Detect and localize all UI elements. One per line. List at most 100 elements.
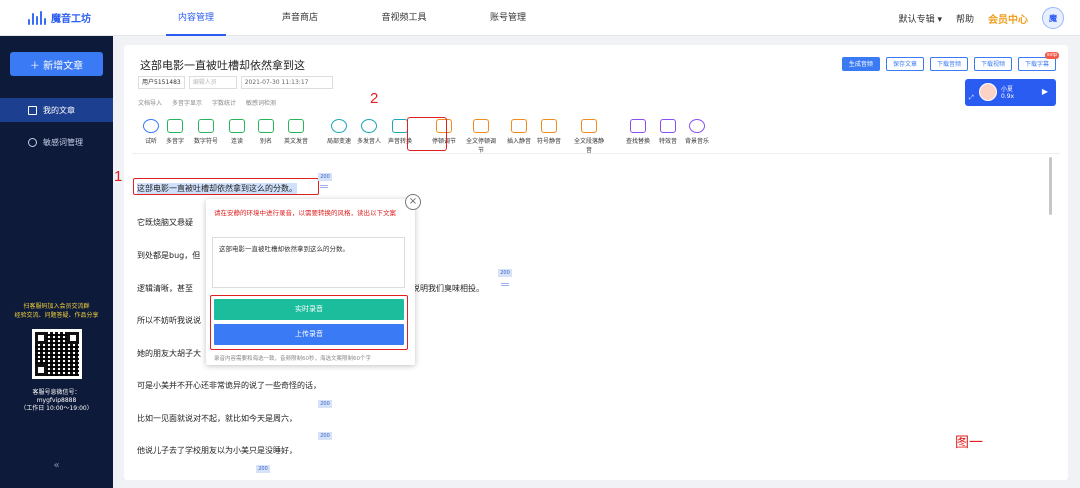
- editor-field[interactable]: 编辑人员: [188, 76, 237, 89]
- find-replace-icon: [630, 119, 646, 133]
- show-polyphone-link[interactable]: 多音字显示: [172, 98, 202, 107]
- paragraph[interactable]: 逻辑清晰，甚至: [137, 283, 193, 294]
- paragraph[interactable]: 所以不妨听我说说: [137, 315, 201, 326]
- voice-avatar: [979, 83, 997, 101]
- tool-label: 全文段落静音: [574, 138, 605, 154]
- paragraph[interactable]: 她的朋友大胡子大: [137, 348, 201, 359]
- tool-symbol-silence[interactable]: 符号静音: [534, 119, 564, 145]
- paragraph[interactable]: 他说儿子去了学校朋友以为小美只是没睡好，: [137, 445, 297, 456]
- speakers-icon: [361, 119, 377, 133]
- music-icon: [689, 119, 705, 133]
- avatar[interactable]: 魔: [1042, 7, 1064, 29]
- sound-effect-icon: [660, 119, 676, 133]
- import-doc-link[interactable]: 文档导入: [138, 98, 162, 107]
- voice-name: 小夏: [1001, 86, 1014, 93]
- close-icon[interactable]: ×: [405, 194, 421, 210]
- annotation-number-1: 1: [114, 168, 123, 185]
- paragraph[interactable]: 它既烧脑又悬疑: [137, 217, 193, 228]
- divider: [132, 153, 1060, 154]
- tool-label: 全文停顿调节: [466, 138, 497, 154]
- tool-local-speed[interactable]: 局部变速: [324, 119, 354, 145]
- generate-audio-button[interactable]: 生成音频: [841, 57, 880, 71]
- paragraph[interactable]: 比如一见面就说对不起，就比如今天是周六，: [137, 413, 297, 424]
- tool-label: 连读: [230, 138, 243, 145]
- save-article-button[interactable]: 保存文章: [885, 57, 924, 71]
- date-field[interactable]: 2021-07-30 11:13:17: [240, 76, 333, 89]
- download-audio-button[interactable]: 下载音频: [929, 57, 968, 71]
- tool-paragraph-silence[interactable]: 全文段落静音: [574, 119, 604, 154]
- tool-liaison[interactable]: 连读: [222, 119, 252, 145]
- download-subtitle-button[interactable]: 下载字幕 svip: [1017, 52, 1059, 71]
- play-circle-icon: [143, 119, 159, 133]
- global-pause-icon: [473, 119, 489, 133]
- tool-sound-effect[interactable]: 特效音: [653, 119, 683, 145]
- service-line: 客服号息微信号：: [32, 389, 81, 396]
- tab-av-tools[interactable]: 音视频工具: [352, 0, 456, 36]
- paragraph[interactable]: 到处都是bug，但: [137, 250, 200, 261]
- tab-account[interactable]: 账号管理: [456, 0, 560, 36]
- silence-icon: [511, 119, 527, 133]
- tool-english[interactable]: 英文发音: [281, 119, 311, 145]
- tool-label: 局部变速: [326, 138, 351, 145]
- user-field: 用户5151483: [138, 76, 185, 89]
- app-logo[interactable]: 魔音工坊: [28, 10, 128, 25]
- live-record-button[interactable]: 实时录音: [214, 299, 404, 320]
- tool-insert-silence[interactable]: 插入静音: [504, 119, 534, 145]
- download-subtitle-label: 下载字幕: [1024, 61, 1049, 68]
- tab-content-management[interactable]: 内容管理: [144, 0, 248, 36]
- tool-number-symbol[interactable]: 数字符号: [191, 119, 221, 145]
- sidebar-item-label: 敏感词管理: [43, 137, 83, 147]
- tool-label: 插入静音: [506, 138, 531, 145]
- tab-voice-store[interactable]: 声音商店: [248, 0, 352, 36]
- sidebar-item-sensitive-words[interactable]: 敏感词管理: [0, 130, 113, 154]
- album-dropdown[interactable]: 默认专辑 ▾: [899, 12, 942, 25]
- sidebar-item-my-articles[interactable]: 我的文章: [0, 98, 113, 122]
- tool-label: 特效音: [658, 138, 677, 145]
- paragraph-tail[interactable]: 就说明我们臭味相投。: [404, 283, 484, 294]
- english-icon: [288, 119, 304, 133]
- tool-label: 别名: [259, 138, 272, 145]
- voice-selector[interactable]: ⤢ 小夏 0.9x ▶: [965, 79, 1056, 106]
- tool-label: 背景音乐: [684, 138, 709, 145]
- collapse-sidebar-icon[interactable]: «: [0, 460, 113, 471]
- tool-polyphone[interactable]: 多音字: [160, 119, 190, 145]
- record-buttons-highlight: 实时录音 上传录音: [210, 295, 408, 350]
- liaison-icon: [229, 119, 245, 133]
- char-count-badge: 200: [318, 432, 332, 440]
- voice-speed: 0.9x: [1001, 93, 1015, 100]
- tool-multi-speaker[interactable]: 多发音人: [354, 119, 384, 145]
- paragraph[interactable]: 可是小美并不开心还非常诡异的说了一些奇怪的话，: [137, 380, 321, 391]
- expand-icon[interactable]: ⤢: [969, 94, 974, 102]
- tool-find-replace[interactable]: 查找替换: [623, 119, 653, 145]
- polyphone-icon: [167, 119, 183, 133]
- top-bar: 魔音工坊 内容管理 声音商店 音视频工具 账号管理 默认专辑 ▾ 帮助 会员中心…: [0, 0, 1080, 36]
- article-title[interactable]: 这部电影一直被吐槽却依然拿到这: [140, 57, 305, 73]
- meta-row: 用户5151483 编辑人员 2021-07-30 11:13:17: [138, 76, 333, 89]
- pause-mark: [501, 283, 509, 286]
- popup-instruction: 请在安静的环境中进行录音，以需要转换的风格，读出以下文案: [214, 209, 396, 217]
- word-count-link[interactable]: 字数统计: [212, 98, 236, 107]
- upload-record-button[interactable]: 上传录音: [214, 324, 404, 345]
- help-link[interactable]: 帮助: [956, 12, 974, 25]
- scrollbar[interactable]: [1049, 157, 1052, 215]
- play-icon[interactable]: ▶: [1042, 87, 1048, 96]
- download-video-button[interactable]: 下载视频: [973, 57, 1012, 71]
- char-count-badge: 200: [498, 269, 512, 277]
- sidebar: ＋ 新增文章 我的文章 敏感词管理 扫客服码加入会员交流群 经验交流、问题答疑、…: [0, 36, 113, 488]
- service-info: 客服号息微信号： mygfvip8888 （工作日 10:00～19:00）: [0, 389, 113, 413]
- sidebar-item-label: 我的文章: [43, 105, 75, 115]
- new-article-button[interactable]: ＋ 新增文章: [10, 52, 103, 76]
- tool-alias[interactable]: 别名: [251, 119, 281, 145]
- tool-global-pause[interactable]: 全文停顿调节: [466, 119, 496, 154]
- tool-label: 数字符号: [193, 138, 218, 145]
- sensitive-check-link[interactable]: 敏感词检测: [246, 98, 276, 107]
- number-icon: [198, 119, 214, 133]
- tool-label: 符号静音: [536, 138, 561, 145]
- promo-line: 经验交流、问题答疑、作品分享: [14, 312, 99, 319]
- qr-code: [32, 329, 82, 379]
- app-name: 魔音工坊: [51, 14, 91, 25]
- popup-script-text: 这部电影一直被吐槽却依然拿到这么的分数。: [212, 237, 405, 288]
- member-center-link[interactable]: 会员中心: [988, 11, 1028, 26]
- tool-bg-music[interactable]: 背景音乐: [682, 119, 712, 145]
- tool-label: 查找替换: [625, 138, 650, 145]
